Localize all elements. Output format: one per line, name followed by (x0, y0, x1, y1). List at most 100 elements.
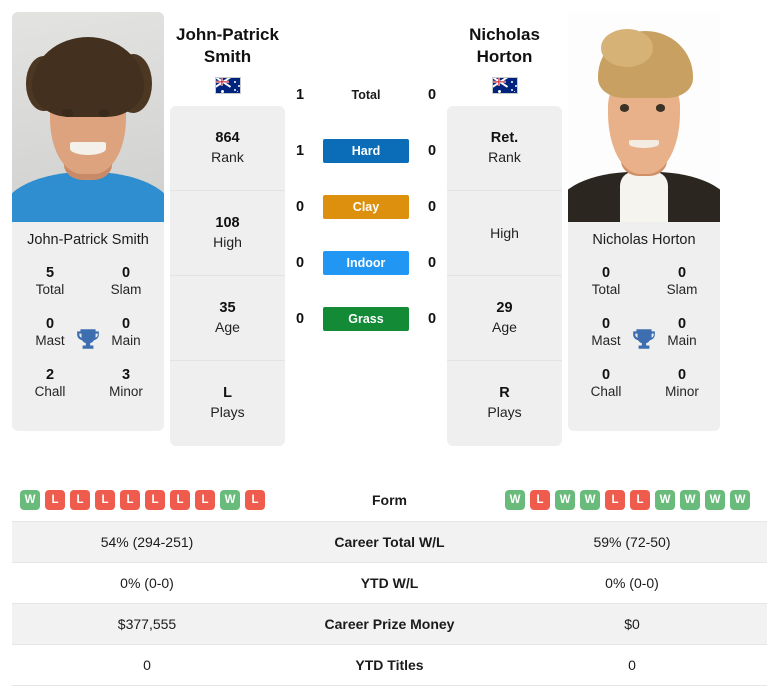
h2h-row-total: 1 Total 0 (291, 67, 441, 123)
left-info-rank: 864 Rank (170, 106, 285, 191)
form-badge-win: W (20, 490, 40, 511)
left-titles-chall: 2 Chall (34, 367, 66, 400)
row-label-form: Form (372, 492, 407, 509)
form-badge-win: W (505, 490, 525, 511)
right-ytd-wl: 0% (0-0) (605, 574, 659, 591)
table-row-ytd-titles: 0 YTD Titles 0 (12, 644, 767, 685)
right-player-photo-caption: Nicholas Horton (592, 232, 696, 248)
row-label-career-prize-money: Career Prize Money (324, 615, 455, 632)
right-titles-mast: 0 Mast (591, 316, 621, 349)
right-player-card: Nicholas Horton 0 Total 0 Slam 0 Mast 0 … (568, 12, 720, 431)
right-titles-row-1: 0 Total 0 Slam (570, 258, 718, 309)
h2h-grass-right: 0 (427, 311, 437, 327)
left-player-card: John-Patrick Smith 5 Total 0 Slam 0 Mast… (12, 12, 164, 431)
australia-flag-icon (214, 76, 241, 94)
left-player-titles-grid: 5 Total 0 Slam 0 Mast 0 Main 2 Chall 3 M… (12, 254, 164, 423)
h2h-grass-left: 0 (295, 311, 305, 327)
form-badge-loss: L (195, 490, 215, 511)
right-info-high: High (447, 191, 562, 276)
h2h-clay-right: 0 (427, 199, 437, 215)
left-info-age: 35 Age (170, 276, 285, 361)
h2h-indoor-right: 0 (427, 255, 437, 271)
form-badge-loss: L (530, 490, 550, 511)
form-badge-win: W (680, 490, 700, 511)
right-player-info-column: Nicholas Horton Ret. Rank High 29 Age R … (447, 12, 562, 446)
australia-flag-icon (491, 76, 518, 94)
right-titles-slam: 0 Slam (666, 265, 698, 298)
form-badge-loss: L (245, 490, 265, 511)
surface-badge-clay: Clay (323, 195, 409, 219)
right-ytd-titles: 0 (628, 656, 636, 673)
right-titles-minor: 0 Minor (665, 367, 699, 400)
table-row-career-prize-money: $377,555 Career Prize Money $0 (12, 603, 767, 644)
left-titles-row-3: 2 Chall 3 Minor (14, 360, 162, 411)
form-badge-win: W (730, 490, 750, 511)
right-player-name-line1: Nicholas (469, 25, 540, 44)
form-badge-loss: L (120, 490, 140, 511)
h2h-hard-right: 0 (427, 143, 437, 159)
table-row-form: WLLLLLLLWL Form WLWWLLWWWW (12, 480, 767, 521)
stats-table-body: WLLLLLLLWL Form WLWWLLWWWW 54% (294-251)… (12, 480, 767, 685)
right-info-rank: Ret. Rank (447, 106, 562, 191)
left-player-heading: John-Patrick Smith (170, 12, 285, 94)
right-player-column: Nicholas Horton 0 Total 0 Slam 0 Mast 0 … (568, 12, 720, 431)
form-badge-loss: L (45, 490, 65, 511)
left-titles-row-1: 5 Total 0 Slam (14, 258, 162, 309)
player-comparison-header: John-Patrick Smith 5 Total 0 Slam 0 Mast… (0, 0, 779, 480)
right-player-name-line2: Horton (476, 46, 533, 66)
trophy-icon (77, 328, 99, 349)
form-badge-loss: L (605, 490, 625, 511)
left-ytd-wl: 0% (0-0) (120, 574, 174, 591)
h2h-clay-left: 0 (295, 199, 305, 215)
right-info-plays: R Plays (487, 385, 522, 421)
trophy-icon (633, 328, 655, 349)
surface-label-total: Total (351, 88, 381, 102)
left-player-info-column: John-Patrick Smith 864 Rank 108 High 35 (170, 12, 285, 446)
right-player-photo (568, 12, 720, 222)
left-player-photo-caption: John-Patrick Smith (27, 232, 149, 248)
table-row-ytd-wl: 0% (0-0) YTD W/L 0% (0-0) (12, 562, 767, 603)
right-player-heading: Nicholas Horton (447, 12, 562, 94)
left-player-name-line2: Smith (203, 46, 252, 66)
head-to-head-column: 1 Total 0 1 Hard 0 0 Clay 0 0 Indoor 0 0… (291, 12, 441, 347)
left-titles-slam: 0 Slam (110, 265, 142, 298)
right-titles-total: 0 Total (591, 265, 621, 298)
right-career-prize-money: $0 (624, 615, 640, 632)
h2h-total-right: 0 (427, 87, 437, 103)
left-player-column: John-Patrick Smith 5 Total 0 Slam 0 Mast… (12, 12, 164, 431)
left-titles-total: 5 Total (35, 265, 65, 298)
form-badge-loss: L (170, 490, 190, 511)
left-info-plays: L Plays (210, 385, 245, 421)
h2h-total-left: 1 (295, 87, 305, 103)
left-player-photo (12, 12, 164, 222)
h2h-indoor-left: 0 (295, 255, 305, 271)
left-titles-main: 0 Main (111, 316, 141, 349)
form-badge-win: W (655, 490, 675, 511)
h2h-row-indoor: 0 Indoor 0 (291, 235, 441, 291)
right-career-total-wl: 59% (72-50) (593, 533, 671, 550)
left-career-total-wl: 54% (294-251) (100, 533, 194, 550)
right-player-info-card: Ret. Rank High 29 Age R Plays (447, 105, 562, 446)
left-player-info-card: 864 Rank 108 High 35 Age L Plays (170, 105, 285, 446)
row-label-ytd-titles: YTD Titles (355, 656, 424, 673)
surface-badge-indoor: Indoor (323, 251, 409, 275)
h2h-row-grass: 0 Grass 0 (291, 291, 441, 347)
left-career-prize-money: $377,555 (117, 615, 177, 632)
comparison-stats-table: WLLLLLLLWL Form WLWWLLWWWW 54% (294-251)… (12, 480, 767, 686)
right-info-age: 29 Age (447, 276, 562, 361)
right-titles-row-3: 0 Chall 0 Minor (570, 360, 718, 411)
form-badge-loss: L (70, 490, 90, 511)
right-titles-main: 0 Main (667, 316, 697, 349)
right-player-titles-grid: 0 Total 0 Slam 0 Mast 0 Main 0 Chall 0 M… (568, 254, 720, 423)
left-form-cell: WLLLLLLLWL (12, 480, 282, 521)
form-badge-win: W (220, 490, 240, 511)
form-badge-loss: L (145, 490, 165, 511)
surface-badge-hard: Hard (323, 139, 409, 163)
right-form-cell: WLWWLLWWWW (497, 480, 767, 521)
left-player-name-line1: John-Patrick (176, 25, 279, 44)
form-badge-win: W (580, 490, 600, 511)
right-form-strip: WLWWLLWWWW (505, 490, 759, 511)
h2h-row-clay: 0 Clay 0 (291, 179, 441, 235)
left-ytd-titles: 0 (143, 656, 151, 673)
left-form-strip: WLLLLLLLWL (20, 490, 274, 511)
